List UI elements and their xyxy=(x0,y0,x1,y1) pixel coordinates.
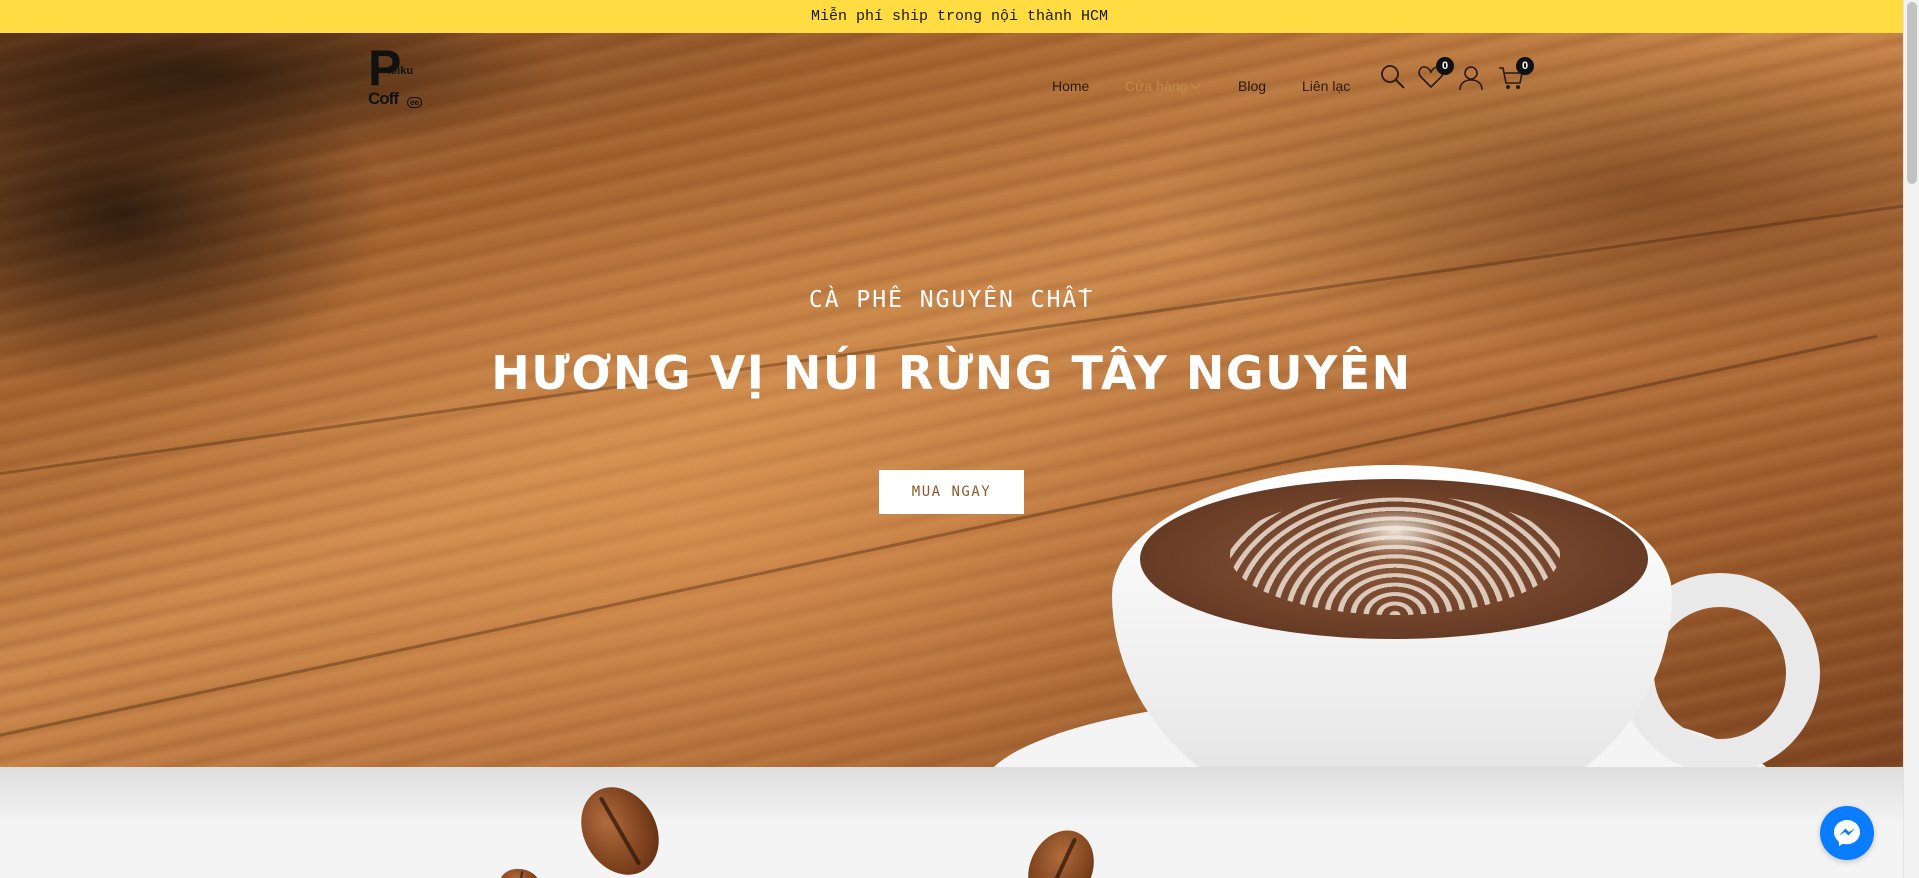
chevron-down-icon xyxy=(1190,79,1201,90)
nav-blog-label: Blog xyxy=(1238,78,1267,94)
nav-home-label: Home xyxy=(1052,78,1090,94)
wishlist-count-badge: 0 xyxy=(1436,57,1454,75)
cart-count-badge: 0 xyxy=(1516,57,1534,75)
featured-section xyxy=(0,767,1903,878)
site-logo[interactable]: P leiku Coff ee xyxy=(366,43,426,113)
search-icon[interactable] xyxy=(1380,64,1406,90)
announcement-bar: Miễn phí ship trong nội thành HCM xyxy=(0,0,1919,33)
logo-mark: ee xyxy=(407,97,422,108)
logo-line1: leiku xyxy=(388,65,414,77)
coffee-bean-image xyxy=(497,865,543,878)
page-scrollbar[interactable] xyxy=(1903,0,1919,878)
nav-shop-label: Cửa hàng xyxy=(1125,78,1188,94)
hero-banner xyxy=(0,33,1903,767)
nav-home[interactable]: Home xyxy=(1052,76,1089,96)
hero-subtitle: CÀ PHÊ NGUYÊN CHẤT xyxy=(808,287,1095,313)
coffee-bean-image xyxy=(1015,819,1107,878)
coffee-bean-image xyxy=(565,773,675,878)
nav-contact[interactable]: Liên lạc xyxy=(1302,76,1350,96)
latte-art-image xyxy=(1230,495,1560,615)
announcement-text: Miễn phí ship trong nội thành HCM xyxy=(810,8,1109,25)
logo-line2: Coff xyxy=(368,89,399,108)
site-header: P leiku Coff ee xyxy=(0,33,1903,123)
nav-shop[interactable]: Cửa hàng xyxy=(1125,76,1201,96)
messenger-icon xyxy=(1834,820,1860,846)
hero-title: HƯƠNG VỊ NÚI RỪNG TÂY NGUYÊN xyxy=(491,346,1412,400)
wood-plank-line xyxy=(0,186,1903,483)
scrollbar-thumb[interactable] xyxy=(1907,2,1917,184)
buy-now-button[interactable]: MUA NGAY xyxy=(879,470,1024,514)
nav-contact-label: Liên lạc xyxy=(1302,78,1351,94)
user-icon[interactable] xyxy=(1458,65,1484,91)
cart-button[interactable]: 0 xyxy=(1498,57,1534,91)
nav-blog[interactable]: Blog xyxy=(1238,76,1266,96)
wishlist-button[interactable]: 0 xyxy=(1418,57,1454,91)
messenger-chat-button[interactable] xyxy=(1820,806,1874,860)
